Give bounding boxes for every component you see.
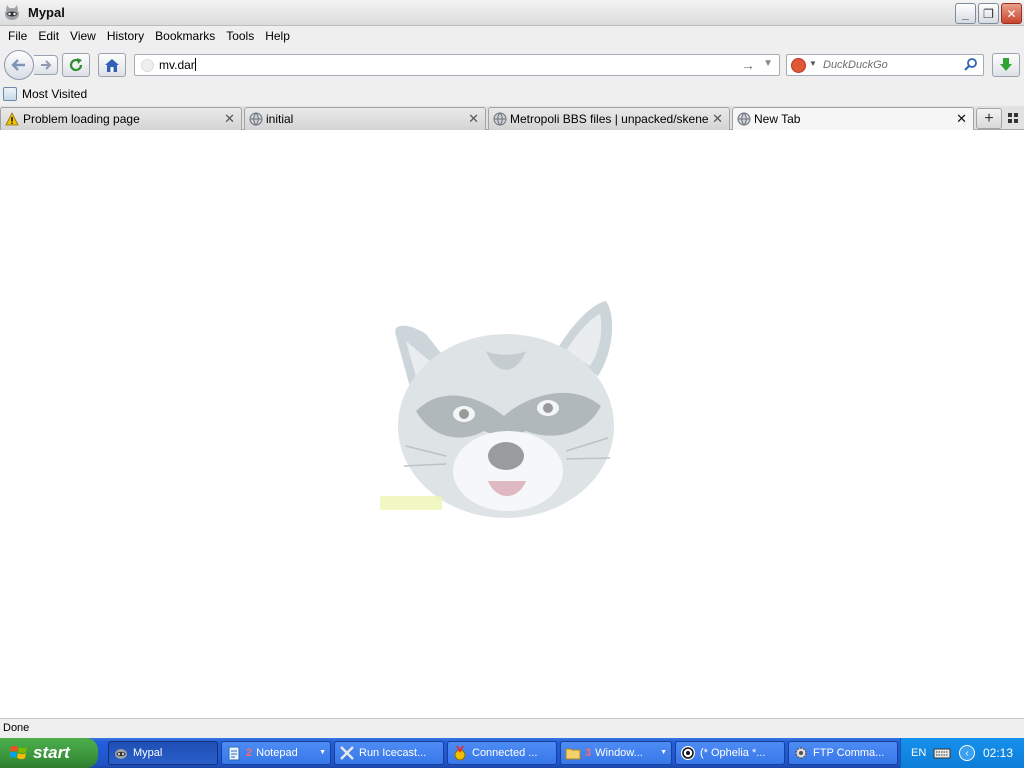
tab-label: Metropoli BBS files | unpacked/skene/m..…: [510, 112, 708, 126]
taskbar-item-ophelia[interactable]: (* Ophelia *...: [675, 741, 785, 765]
task-label: Notepad: [256, 747, 298, 759]
smart-folder-icon: [3, 87, 17, 101]
task-label: Mypal: [133, 747, 163, 759]
task-label: FTP Comma...: [813, 747, 885, 759]
url-history-dropdown-icon[interactable]: ▼: [763, 58, 773, 69]
globe-icon: [493, 112, 507, 126]
start-label: start: [33, 743, 70, 762]
menu-view[interactable]: View: [66, 29, 103, 43]
tab-close-button[interactable]: ✕: [712, 111, 723, 127]
task-label: Window...: [595, 747, 643, 759]
title-bar: Mypal _ ❐ ✕: [0, 0, 1024, 26]
task-label: Run Icecast...: [359, 747, 427, 759]
mypal-app-icon[interactable]: [3, 4, 21, 22]
back-forward-group: [4, 50, 58, 80]
tab-metropoli-bbs[interactable]: Metropoli BBS files | unpacked/skene/m..…: [488, 107, 730, 130]
taskbar-item-notepad[interactable]: 2 Notepad ▼: [221, 741, 331, 765]
site-identity-icon[interactable]: [141, 59, 154, 72]
text-caret: [194, 58, 196, 71]
at-icon: [681, 746, 695, 760]
menu-tools[interactable]: Tools: [222, 29, 261, 43]
back-arrow-icon: [11, 59, 25, 71]
menu-bar: File Edit View History Bookmarks Tools H…: [0, 26, 1024, 46]
minimize-button[interactable]: _: [955, 3, 976, 24]
tools-icon: [340, 746, 354, 760]
globe-icon: [737, 112, 751, 126]
chevron-down-icon: ▼: [660, 749, 667, 756]
engine-dropdown-icon[interactable]: ▼: [809, 59, 817, 68]
bookmark-most-visited[interactable]: Most Visited: [3, 87, 87, 101]
search-input[interactable]: DuckDuckGo: [823, 59, 888, 71]
task-label: (* Ophelia *...: [700, 747, 766, 759]
taskbar: start Mypal 2 Notepad ▼ Run Icecast... C…: [0, 738, 1024, 768]
download-arrow-icon: [1000, 58, 1012, 71]
menu-file[interactable]: File: [4, 29, 34, 43]
search-icon[interactable]: [963, 57, 978, 72]
tab-strip: Problem loading page ✕ initial ✕ Metropo…: [0, 106, 1024, 131]
forward-arrow-icon: [40, 60, 51, 70]
task-count: 2: [246, 747, 253, 759]
keyboard-icon[interactable]: [933, 746, 951, 760]
tab-label: Problem loading page: [23, 112, 140, 126]
duckduckgo-engine-icon[interactable]: [791, 58, 806, 73]
home-icon: [105, 58, 119, 72]
chevron-down-icon: ▼: [319, 749, 326, 756]
navigation-toolbar: mv.dar → ▼ ▼ DuckDuckGo: [0, 46, 1024, 84]
menu-history[interactable]: History: [103, 29, 151, 43]
close-window-button[interactable]: ✕: [1001, 3, 1022, 24]
show-hidden-icons-button[interactable]: ‹: [959, 745, 975, 761]
windows-logo-icon: [10, 745, 27, 760]
go-arrow-icon[interactable]: →: [741, 57, 755, 73]
gear-icon: [795, 747, 807, 759]
tab-problem-loading[interactable]: Problem loading page ✕: [0, 107, 242, 130]
language-indicator[interactable]: EN: [911, 747, 926, 759]
notepad-icon: [228, 746, 240, 761]
tab-initial[interactable]: initial ✕: [244, 107, 486, 130]
taskbar-item-windows-explorer[interactable]: 3 Window... ▼: [560, 741, 672, 765]
tab-label: initial: [266, 112, 294, 126]
mypal-icon: [115, 749, 127, 759]
reload-button[interactable]: [62, 53, 90, 77]
restore-button[interactable]: ❐: [978, 3, 999, 24]
tab-new-tab[interactable]: New Tab ✕: [732, 107, 974, 131]
url-input[interactable]: mv.dar: [159, 58, 196, 72]
folder-icon: [565, 748, 581, 760]
system-tray: EN ‹ 02:13: [900, 738, 1024, 768]
menu-edit[interactable]: Edit: [34, 29, 66, 43]
taskbar-item-mypal[interactable]: Mypal: [108, 741, 218, 765]
menu-bookmarks[interactable]: Bookmarks: [151, 29, 222, 43]
task-label: Connected ...: [472, 747, 538, 759]
page-content: [0, 130, 1024, 718]
status-bar: Done: [0, 718, 1024, 738]
window-title: Mypal: [28, 5, 65, 20]
warning-icon: [5, 112, 19, 126]
bookmarks-toolbar: Most Visited: [0, 84, 1024, 106]
back-button[interactable]: [4, 50, 34, 80]
tab-close-button[interactable]: ✕: [468, 111, 479, 127]
url-bar[interactable]: mv.dar → ▼: [134, 54, 780, 76]
menu-help[interactable]: Help: [261, 29, 297, 43]
taskbar-item-ftp-commander[interactable]: FTP Comma...: [788, 741, 898, 765]
medal-icon: [454, 745, 466, 761]
search-bar[interactable]: ▼ DuckDuckGo: [786, 54, 984, 76]
new-tab-button[interactable]: +: [976, 108, 1002, 129]
raccoon-logo: [380, 301, 614, 518]
forward-button[interactable]: [34, 55, 58, 75]
task-count: 3: [585, 747, 592, 759]
globe-icon: [249, 112, 263, 126]
reload-icon: [69, 58, 83, 72]
tab-label: New Tab: [754, 112, 801, 126]
status-text: Done: [3, 722, 30, 734]
taskbar-item-run-icecast[interactable]: Run Icecast...: [334, 741, 444, 765]
downloads-button[interactable]: [992, 53, 1020, 77]
tab-close-button[interactable]: ✕: [956, 111, 967, 127]
list-all-tabs-icon[interactable]: [1006, 111, 1020, 125]
home-button[interactable]: [98, 53, 126, 77]
clock[interactable]: 02:13: [983, 746, 1013, 760]
tab-close-button[interactable]: ✕: [224, 111, 235, 127]
taskbar-item-connected[interactable]: Connected ...: [447, 741, 557, 765]
bookmark-label: Most Visited: [22, 87, 88, 101]
start-button[interactable]: start: [0, 738, 98, 768]
